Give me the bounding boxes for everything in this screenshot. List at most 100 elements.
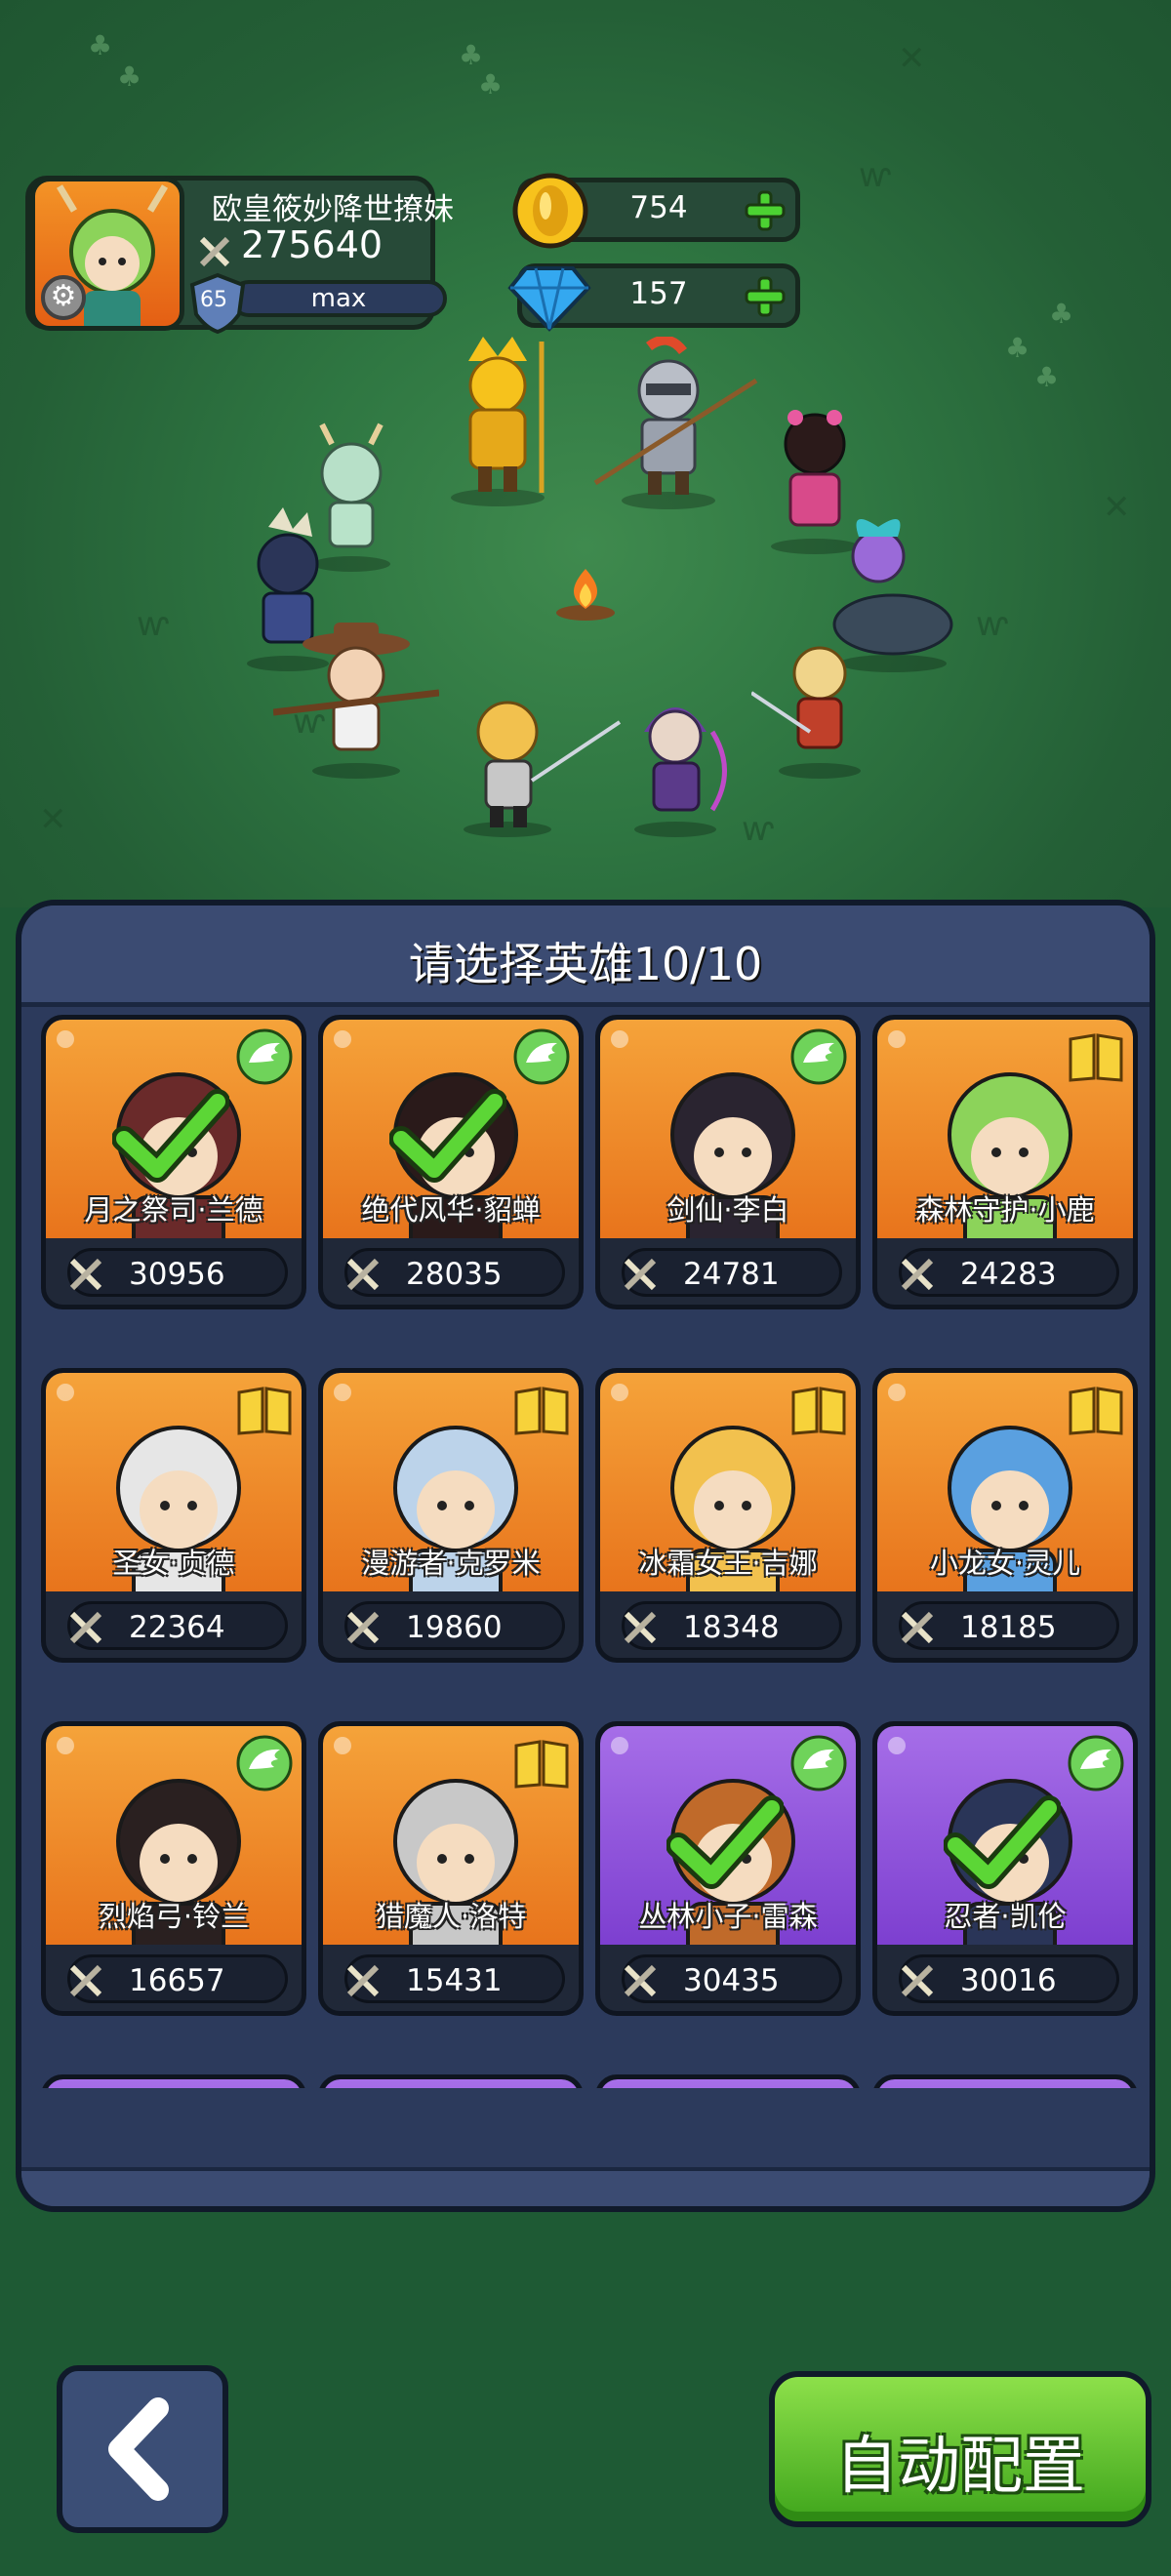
crossed-swords-icon bbox=[624, 1964, 657, 1997]
gear-icon[interactable]: ⚙ bbox=[41, 275, 86, 320]
checkmark-icon bbox=[112, 1089, 229, 1183]
hero-power-bar: 30016 bbox=[899, 1954, 1119, 2003]
clover-decoration: ♣ bbox=[1049, 298, 1074, 330]
hero-red-warrior bbox=[751, 646, 861, 779]
player-avatar[interactable]: ⚙ bbox=[30, 177, 184, 331]
hero-card[interactable]: 漫游者·克罗米 19860 bbox=[318, 1368, 584, 1663]
hero-power: 22364 bbox=[129, 1610, 225, 1645]
grass-decoration: ⱳ bbox=[976, 605, 1008, 644]
hero-power-bar: 22364 bbox=[67, 1601, 288, 1650]
hero-power-bar: 28035 bbox=[344, 1248, 565, 1297]
grass-decoration: ⱳ bbox=[859, 156, 891, 195]
panel-footer bbox=[21, 2167, 1150, 2206]
hero-power: 16657 bbox=[129, 1963, 225, 1998]
hero-name: 绝代风华·貂蝉 bbox=[361, 1193, 541, 1227]
hero-power: 18348 bbox=[683, 1610, 780, 1645]
hero-card[interactable]: 烈焰弓·铃兰 16657 bbox=[41, 1721, 306, 2016]
hero-card[interactable]: 小龙女·灵儿 18185 bbox=[872, 1368, 1138, 1663]
diamond-amount: 157 bbox=[629, 276, 688, 311]
wing-icon bbox=[236, 1735, 293, 1791]
hero-card[interactable]: 月之祭司·兰德 30956 bbox=[41, 1015, 306, 1309]
hero-card[interactable] bbox=[595, 2074, 861, 2088]
hero-card[interactable]: 冰霜女王·吉娜 18348 bbox=[595, 1368, 861, 1663]
hero-grid[interactable]: 月之祭司·兰德 30956 绝代风华·貂蝉 28035 剑仙·李白 24781 森林守护·小… bbox=[21, 1015, 1150, 2088]
hero-power: 30956 bbox=[129, 1257, 225, 1292]
add-diamond-button[interactable] bbox=[743, 274, 787, 319]
hero-power-bar: 18185 bbox=[899, 1601, 1119, 1650]
hero-card[interactable]: 剑仙·李白 24781 bbox=[595, 1015, 861, 1309]
hero-power: 24781 bbox=[683, 1257, 780, 1292]
hero-card[interactable]: 忍者·凯伦 30016 bbox=[872, 1721, 1138, 2016]
gold-counter: 754 bbox=[512, 173, 800, 249]
checkmark-icon bbox=[389, 1089, 506, 1183]
hero-card[interactable]: 丛林小子·雷森 30435 bbox=[595, 1721, 861, 2016]
hero-name: 猎魔人·洛特 bbox=[375, 1900, 527, 1933]
crossed-swords-icon bbox=[624, 1611, 657, 1644]
player-name: 欧皇筱妙降世撩妹 bbox=[212, 192, 454, 227]
crossed-swords-icon bbox=[624, 1258, 657, 1291]
book-icon bbox=[514, 1387, 569, 1435]
hero-cowboy bbox=[273, 623, 439, 779]
hero-card[interactable] bbox=[41, 2074, 306, 2088]
book-icon bbox=[237, 1387, 292, 1435]
book-icon bbox=[514, 1740, 569, 1789]
hero-card[interactable]: 猎魔人·洛特 15431 bbox=[318, 1721, 584, 2016]
auto-configure-label: 自动配置 bbox=[835, 2431, 1085, 2503]
book-icon bbox=[1069, 1387, 1123, 1435]
hero-power-bar: 18348 bbox=[622, 1601, 842, 1650]
clover-decoration: ♣ bbox=[117, 60, 142, 93]
add-gold-button[interactable] bbox=[743, 188, 787, 233]
wing-icon bbox=[789, 2087, 848, 2088]
book-icon bbox=[791, 1387, 846, 1435]
crossed-swords-icon bbox=[346, 1611, 380, 1644]
hero-purple-archer bbox=[634, 707, 727, 837]
hero-name: 月之祭司·兰德 bbox=[84, 1193, 263, 1227]
hero-card[interactable]: 绝代风华·貂蝉 28035 bbox=[318, 1015, 584, 1309]
gold-coin-icon bbox=[512, 173, 588, 249]
player-info-panel[interactable]: ⚙ 欧皇筱妙降世撩妹 275640 max 65 bbox=[25, 176, 454, 334]
crossed-swords-icon bbox=[901, 1258, 934, 1291]
clover-decoration: ♣ bbox=[459, 39, 484, 71]
wing-icon bbox=[235, 2087, 294, 2088]
checkmark-icon bbox=[944, 1795, 1061, 1889]
wing-icon bbox=[236, 1028, 293, 1085]
hero-selection-panel: 请选择英雄10/10 月之祭司·兰德 30956 绝代风华·貂蝉 28035 剑仙·李白… bbox=[16, 900, 1155, 2212]
wing-icon bbox=[513, 1028, 570, 1085]
hero-name: 丛林小子·雷森 bbox=[638, 1900, 818, 1933]
hero-name: 剑仙·李白 bbox=[666, 1193, 789, 1227]
hero-name: 小龙女·灵儿 bbox=[929, 1547, 1081, 1580]
panel-title: 请选择英雄10/10 bbox=[408, 938, 763, 990]
clover-decoration: ♣ bbox=[1034, 361, 1060, 393]
hero-name: 森林守护·小鹿 bbox=[915, 1193, 1095, 1227]
hero-name: 圣女·贞德 bbox=[112, 1547, 235, 1580]
crossed-swords-icon bbox=[901, 1611, 934, 1644]
campfire-icon bbox=[556, 569, 615, 621]
hero-power-bar: 30435 bbox=[622, 1954, 842, 2003]
back-button[interactable] bbox=[57, 2365, 228, 2533]
crossed-swords-icon bbox=[199, 236, 230, 267]
hero-golden-warrior bbox=[451, 337, 545, 506]
wing-icon bbox=[512, 2087, 571, 2088]
hero-card[interactable]: 森林守护·小鹿 24283 bbox=[872, 1015, 1138, 1309]
crossed-swords-icon bbox=[69, 1611, 102, 1644]
hero-power-bar: 16657 bbox=[67, 1954, 288, 2003]
wing-icon bbox=[790, 1735, 847, 1791]
clover-decoration: ♣ bbox=[88, 29, 113, 61]
hero-name: 冰霜女王·吉娜 bbox=[638, 1547, 818, 1580]
wing-icon bbox=[790, 1028, 847, 1085]
checkmark-icon bbox=[666, 1795, 784, 1889]
hero-power-bar: 30956 bbox=[67, 1248, 288, 1297]
grass-decoration: ⱳ bbox=[137, 605, 169, 644]
crossed-swords-icon bbox=[346, 1964, 380, 1997]
hero-power-bar: 19860 bbox=[344, 1601, 565, 1650]
auto-configure-button[interactable]: 自动配置 bbox=[769, 2371, 1151, 2527]
crossed-swords-icon bbox=[901, 1964, 934, 1997]
hero-card[interactable] bbox=[318, 2074, 584, 2088]
chevron-left-icon bbox=[108, 2397, 169, 2501]
hero-card[interactable] bbox=[872, 2074, 1138, 2088]
hero-power: 15431 bbox=[406, 1963, 503, 1998]
hero-card[interactable]: 圣女·贞德 22364 bbox=[41, 1368, 306, 1663]
crossed-swords-icon bbox=[346, 1258, 380, 1291]
hero-name: 漫游者·克罗米 bbox=[361, 1547, 541, 1580]
wing-icon bbox=[1067, 2087, 1125, 2088]
